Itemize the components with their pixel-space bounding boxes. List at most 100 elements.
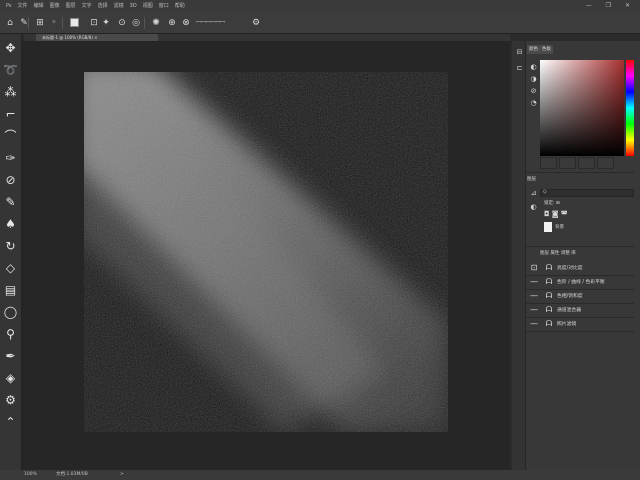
brush-size-icon[interactable]: ◦ (48, 17, 60, 29)
adjustment-row[interactable]: — ᗩ 色相/饱和度 (526, 290, 634, 303)
color-ramp-icon[interactable]: ◑ (529, 74, 538, 84)
menu-item[interactable]: 选择 (98, 0, 108, 12)
brush-tool-icon[interactable]: ✎ (2, 194, 19, 211)
history-brush-icon[interactable]: ↻ (2, 238, 19, 255)
adjustment-row[interactable]: — ᗩ 通道混合器 (526, 304, 634, 317)
brush-preset-icon[interactable]: ✎ (18, 17, 30, 29)
adjustment-type-icon: ᗩ (545, 305, 553, 314)
dock-icon-strip (512, 41, 526, 470)
options-text: ꟷꟷꟷꟷꟷꟷ (196, 19, 226, 26)
tab-swatches[interactable]: 色板 (540, 45, 553, 54)
shape-tool-icon[interactable]: ⌃ (2, 414, 19, 431)
status-expand[interactable]: > (120, 470, 124, 480)
menu-item[interactable]: 文字 (82, 0, 92, 12)
layer-name[interactable]: 背景 (555, 224, 564, 232)
menu-item[interactable]: 图像 (50, 0, 60, 12)
swatch-slot[interactable] (578, 157, 595, 169)
gradient-tool-icon[interactable]: ▤ (2, 282, 19, 299)
symmetry-icon[interactable]: ⊗ (180, 17, 192, 29)
wand-tool-icon[interactable]: ⁂ (2, 84, 19, 101)
crop-tool-icon[interactable]: ⌐ (2, 106, 19, 123)
adjustment-visibility-icon[interactable]: — (529, 319, 539, 329)
stamp-tool-icon[interactable]: ♠ (2, 216, 19, 233)
panel-collapse-icon[interactable]: ⊏ (515, 64, 524, 73)
pressure-icon[interactable]: ⊙ (116, 17, 128, 29)
adjustment-type-icon: ᗩ (545, 277, 553, 286)
healing-tool-icon[interactable]: ⊘ (2, 172, 19, 189)
options-bar: ꟷꟷꟷꟷꟷꟷ ⌂ ✎ ⊞ ◦ ⊡ ✦ ⊙ ◎ ✺ ⊕ ⊗ ⚙ (0, 12, 640, 34)
gamut-warning-icon[interactable]: ⊘ (529, 86, 538, 96)
brush-preview[interactable] (70, 18, 79, 27)
panel-divider (526, 246, 634, 247)
airbrush-icon[interactable]: ✦ (100, 17, 112, 29)
menu-item[interactable]: 编辑 (34, 0, 44, 12)
filter-icon[interactable]: ⊿ (529, 188, 538, 198)
menu-item[interactable]: 视图 (143, 0, 153, 12)
zoom-level[interactable]: 100% (24, 470, 37, 480)
path-select-icon[interactable]: ⚙ (2, 392, 19, 409)
tools-panel: ✥ ➰ ⁂ ⌐ ⌒ ✑ ⊘ ✎ ♠ ↻ ◇ ▤ ◯ ⚲ ✒ ◈ ⚙ ⌃ (0, 34, 22, 470)
document-canvas[interactable] (84, 72, 448, 432)
menu-item[interactable]: 滤镜 (114, 0, 124, 12)
menu-item[interactable]: 窗口 (159, 0, 169, 12)
menu-item[interactable]: Ps (6, 0, 12, 12)
row-divider (526, 331, 634, 332)
frame-tool-icon[interactable]: ⌒ (2, 128, 19, 145)
angle-icon[interactable]: ⊕ (166, 17, 178, 29)
toggle-icon[interactable]: ⊡ (88, 17, 100, 29)
adjustments-header: 图层 属性 调整 库 (540, 251, 576, 256)
layer-kind-icon[interactable]: ◐ (529, 202, 538, 212)
adjustment-type-icon: ᗩ (545, 291, 553, 300)
blur-tool-icon[interactable]: ◯ (2, 304, 19, 321)
flow-icon[interactable]: ◎ (130, 17, 142, 29)
adjustment-visibility-icon[interactable]: ⊡ (529, 263, 539, 273)
adjustment-label: 色阶 / 曲线 / 色彩平衡 (557, 280, 605, 285)
status-bar: 100% 文档:1.03M/0B > (0, 470, 640, 480)
smoothing-icon[interactable]: ✺ (150, 17, 162, 29)
text-tool-icon[interactable]: ◈ (2, 370, 19, 387)
document-tab[interactable]: 未标题-1 @ 100% (RGB/8) × (36, 34, 158, 41)
tab-color[interactable]: 颜色 (527, 45, 540, 54)
color-picker-field[interactable] (540, 60, 624, 156)
menu-item[interactable]: 图层 (66, 0, 76, 12)
lasso-tool-icon[interactable]: ➰ (2, 62, 19, 79)
adjustment-label: 亮度/对比度 (557, 266, 583, 271)
menu-bar: Ps 文件 编辑 图像 图层 文字 选择 滤镜 3D 视图 窗口 帮助 (0, 0, 640, 12)
settings-icon[interactable]: ⚙ (250, 17, 262, 29)
menu-item[interactable]: 帮助 (175, 0, 185, 12)
adjustment-row[interactable]: — ᗩ 色阶 / 曲线 / 色彩平衡 (526, 276, 634, 289)
mode-icon[interactable]: ⊞ (34, 17, 46, 29)
home-icon[interactable]: ⌂ (4, 17, 16, 29)
adjustment-visibility-icon[interactable]: — (529, 291, 539, 301)
layers-search-input[interactable]: Q (540, 189, 634, 197)
menu-item[interactable]: 3D (130, 0, 137, 12)
dodge-tool-icon[interactable]: ⚲ (2, 326, 19, 343)
layers-title[interactable]: 图层 (527, 175, 536, 184)
lock-icons[interactable]: ◘ ◙ ◚ (544, 210, 568, 218)
window-controls[interactable]: — ❐ ✕ (586, 0, 636, 12)
separator (62, 17, 63, 29)
color-mode-icon[interactable]: ◐ (529, 62, 538, 72)
adjustment-row[interactable]: — ᗩ 照片滤镜 (526, 318, 634, 331)
swatch-slot[interactable] (559, 157, 576, 169)
eraser-tool-icon[interactable]: ◇ (2, 260, 19, 277)
pen-tool-icon[interactable]: ✒ (2, 348, 19, 365)
adjustment-label: 通道混合器 (557, 308, 581, 313)
adjustment-label: 照片滤镜 (557, 322, 577, 327)
color-options-icon[interactable]: ◔ (529, 98, 538, 108)
menu-item[interactable]: 文件 (18, 0, 28, 12)
eyedropper-tool-icon[interactable]: ✑ (2, 150, 19, 167)
move-tool-icon[interactable]: ✥ (2, 40, 19, 57)
adjustment-visibility-icon[interactable]: — (529, 305, 539, 315)
hue-slider[interactable] (626, 60, 634, 156)
adjustment-label: 色相/饱和度 (557, 294, 583, 299)
document-info: 文档:1.03M/0B (56, 472, 88, 477)
canvas-image (84, 72, 448, 432)
swatch-slot[interactable] (540, 157, 557, 169)
swatch-slot[interactable] (597, 157, 614, 169)
panel-divider (526, 172, 634, 173)
adjustment-visibility-icon[interactable]: — (529, 277, 539, 287)
layer-thumbnail[interactable] (544, 222, 552, 232)
panel-toggle-icon[interactable]: ⊟ (515, 48, 524, 57)
adjustment-row[interactable]: ⊡ ᗩ 亮度/对比度 (526, 262, 634, 275)
